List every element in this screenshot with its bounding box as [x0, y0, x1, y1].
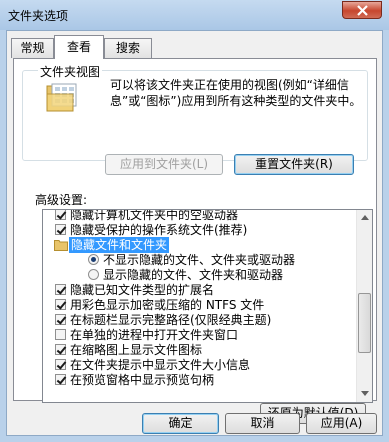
- checkbox[interactable]: [55, 314, 66, 325]
- checkbox[interactable]: [55, 374, 66, 385]
- tab-general-label: 常规: [20, 41, 45, 55]
- checkbox[interactable]: [55, 299, 66, 310]
- scroll-down-icon[interactable]: [361, 391, 369, 396]
- setting-label: 在文件夹提示中显示文件大小信息: [70, 358, 251, 372]
- vertical-scrollbar[interactable]: [356, 210, 372, 402]
- setting-label: 用彩色显示加密或压缩的 NTFS 文件: [70, 298, 265, 312]
- advanced-settings-tree[interactable]: 隐藏计算机文件夹中的空驱动器 隐藏受保护的操作系统文件(推荐) 隐藏文件和文件夹…: [42, 209, 373, 403]
- tab-general[interactable]: 常规: [11, 38, 54, 58]
- folder-icon: [54, 240, 68, 251]
- checkbox[interactable]: [55, 344, 66, 355]
- folder-views-description: 可以将该文件夹正在使用的视图(例如“详细信息”或“图标”)应用到所有这种类型的文…: [110, 78, 362, 108]
- apply-to-folders-label: 应用到文件夹(L): [119, 157, 209, 171]
- checkbox[interactable]: [55, 359, 66, 370]
- setting-label: 在预览窗格中显示预览句柄: [70, 373, 215, 387]
- close-button[interactable]: [342, 1, 382, 19]
- radio-button[interactable]: [88, 254, 99, 265]
- setting-label: 在缩略图上显示文件图标: [70, 343, 203, 357]
- ok-button[interactable]: 确定: [142, 413, 219, 434]
- checkbox[interactable]: [55, 284, 66, 295]
- dialog-body: 常规 查看 搜索 文件夹视图 可以将该文件夹正在使用的视图(例如“详细信息”或“…: [6, 30, 383, 436]
- folder-view-icon: [46, 83, 77, 112]
- scroll-up-icon[interactable]: [361, 215, 369, 220]
- setting-label: 隐藏计算机文件夹中的空驱动器: [70, 209, 239, 222]
- checkbox[interactable]: [55, 329, 66, 340]
- option-label: 不显示隐藏的文件、文件夹或驱动器: [103, 253, 296, 267]
- setting-label: 隐藏受保护的操作系统文件(推荐): [70, 223, 248, 237]
- title-bar: 文件夹选项: [0, 0, 389, 30]
- checkbox[interactable]: [55, 224, 66, 235]
- view-tab-panel: 文件夹视图 可以将该文件夹正在使用的视图(例如“详细信息”或“图标”)应用到所有…: [13, 58, 377, 424]
- cancel-button[interactable]: 取消: [225, 413, 300, 434]
- setting-label: 在单独的进程中打开文件夹窗口: [70, 328, 239, 342]
- checkbox[interactable]: [55, 210, 66, 220]
- apply-to-folders-button[interactable]: 应用到文件夹(L): [105, 154, 223, 175]
- reset-folders-label: 重置文件夹(R): [255, 157, 333, 171]
- option-label: 显示隐藏的文件、文件夹和驱动器: [103, 268, 284, 282]
- ok-label: 确定: [168, 416, 193, 430]
- folder-views-label: 文件夹视图: [38, 63, 103, 80]
- reset-folders-button[interactable]: 重置文件夹(R): [234, 154, 354, 175]
- apply-button[interactable]: 应用(A): [306, 413, 377, 434]
- tab-view[interactable]: 查看: [54, 35, 104, 59]
- setting-label: 隐藏已知文件类型的扩展名: [70, 283, 215, 297]
- apply-label: 应用(A): [320, 416, 363, 430]
- cancel-label: 取消: [250, 416, 275, 430]
- tab-search-label: 搜索: [115, 41, 140, 55]
- radio-button[interactable]: [88, 269, 99, 280]
- scrollbar-thumb[interactable]: [358, 293, 371, 353]
- window-title: 文件夹选项: [8, 9, 69, 23]
- close-icon: [357, 5, 368, 16]
- tab-view-label: 查看: [66, 40, 91, 54]
- tab-search[interactable]: 搜索: [104, 38, 152, 58]
- setting-label: 在标题栏显示完整路径(仅限经典主题): [70, 313, 272, 327]
- advanced-settings-label: 高级设置:: [35, 193, 88, 207]
- setting-label: 隐藏文件和文件夹: [69, 237, 170, 253]
